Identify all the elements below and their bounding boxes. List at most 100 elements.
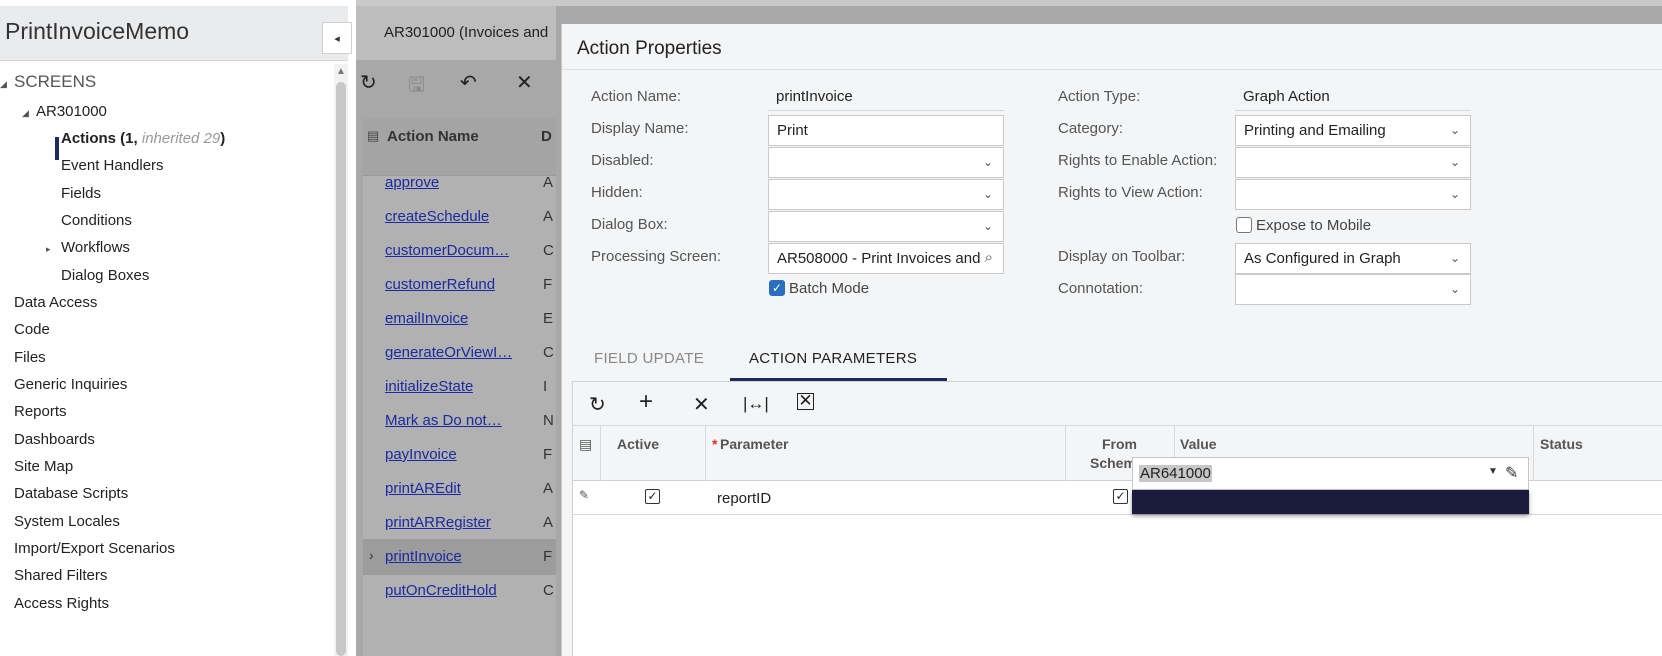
- scroll-up-icon[interactable]: ▲: [336, 66, 346, 77]
- tree-item-dashboards[interactable]: Dashboards: [14, 431, 95, 448]
- grid-settings-icon[interactable]: ▤: [367, 128, 379, 144]
- value-dropdown-list[interactable]: [1132, 490, 1529, 514]
- display-name-input[interactable]: Print: [768, 115, 1004, 146]
- tree-item-event-handlers[interactable]: Event Handlers: [61, 157, 164, 174]
- table-row[interactable]: putOnCreditHold C: [363, 573, 556, 609]
- active-checkbox[interactable]: ✓: [645, 489, 660, 504]
- tree-item-generic-inquiries[interactable]: Generic Inquiries: [14, 376, 127, 393]
- connotation-label: Connotation:: [1058, 280, 1144, 297]
- screen-tab[interactable]: AR301000 (Invoices and: [356, 6, 556, 60]
- processing-screen-input[interactable]: AR508000 - Print Invoices and ⌕: [768, 243, 1004, 274]
- tree-item-code[interactable]: Code: [14, 321, 50, 338]
- table-row[interactable]: initializeState I: [363, 369, 556, 405]
- table-row[interactable]: customerRefund F: [363, 267, 556, 303]
- refresh-icon[interactable]: ↻: [360, 70, 377, 95]
- tree-item-data-access[interactable]: Data Access: [14, 294, 97, 311]
- parameter-cell[interactable]: reportID: [717, 490, 771, 507]
- dialog-box-select[interactable]: ⌄: [768, 211, 1004, 242]
- rights-view-select[interactable]: ⌄: [1235, 179, 1471, 210]
- table-row[interactable]: createSchedule A: [363, 199, 556, 235]
- expose-mobile-checkbox[interactable]: [1236, 217, 1252, 233]
- divider: [562, 69, 1662, 70]
- table-row[interactable]: printARRegister A: [363, 505, 556, 541]
- tree-item-database-scripts[interactable]: Database Scripts: [14, 485, 128, 502]
- tree-item-actions[interactable]: Actions (1, inherited 29): [61, 130, 225, 147]
- value-text: AR641000: [1139, 465, 1212, 482]
- tree-item-files[interactable]: Files: [14, 349, 46, 366]
- divider: [1235, 110, 1471, 111]
- table-row-selected[interactable]: › printInvoice F: [363, 539, 556, 575]
- table-row[interactable]: generateOrViewI… C: [363, 335, 556, 371]
- dialog-box-label: Dialog Box:: [591, 216, 668, 233]
- tree-item-screens[interactable]: ◢ SCREENS: [0, 72, 96, 92]
- from-schema-checkbox[interactable]: ✓: [1113, 489, 1128, 504]
- tree-item-site-map[interactable]: Site Map: [14, 458, 73, 475]
- disabled-label: Disabled:: [591, 152, 654, 169]
- caret-down-icon: ◢: [22, 108, 29, 118]
- tree-item-import-export[interactable]: Import/Export Scenarios: [14, 540, 175, 557]
- rights-view-label: Rights to View Action:: [1058, 184, 1203, 201]
- pencil-icon[interactable]: ✎: [1505, 463, 1518, 483]
- hidden-select[interactable]: ⌄: [768, 179, 1004, 210]
- table-row[interactable]: customerDocum… C: [363, 233, 556, 269]
- parameters-grid: ↻ + ✕ |↔| ✕ ▤ Active * Parameter From Sche…: [572, 382, 1662, 656]
- caret-right-icon: ▸: [46, 244, 51, 254]
- expose-mobile-label: Expose to Mobile: [1256, 217, 1372, 234]
- project-panel: PrintInvoiceMemo ◂ ◢ SCREENS ◢ AR301000 Ac…: [0, 0, 356, 656]
- tree-item-workflows[interactable]: ▸ Workflows: [46, 239, 130, 256]
- search-icon[interactable]: ⌕: [985, 249, 993, 266]
- batch-mode-checkbox[interactable]: ✓: [769, 280, 785, 296]
- action-name-value: printInvoice: [776, 88, 853, 105]
- refresh-icon[interactable]: ↻: [589, 392, 606, 417]
- add-row-icon[interactable]: +: [639, 388, 653, 416]
- category-select[interactable]: Printing and Emailing ⌄: [1235, 115, 1471, 146]
- grid-settings-icon[interactable]: ▤: [579, 436, 592, 453]
- chevron-down-icon: ⌄: [1449, 123, 1460, 137]
- collapse-panel-button[interactable]: ◂: [322, 22, 352, 54]
- tab-action-parameters[interactable]: ACTION PARAMETERS: [749, 350, 917, 367]
- save-icon[interactable]: 🖫: [408, 70, 425, 104]
- dialog-title: Action Properties: [577, 38, 722, 59]
- divider: [768, 110, 1004, 111]
- tree-item-dialog-boxes[interactable]: Dialog Boxes: [61, 267, 149, 284]
- chevron-down-icon: ⌄: [1449, 282, 1460, 296]
- tree-item-conditions[interactable]: Conditions: [61, 212, 132, 229]
- rights-enable-select[interactable]: ⌄: [1235, 147, 1471, 178]
- parameters-toolbar: ↻ + ✕ |↔| ✕: [573, 382, 1662, 426]
- dropdown-arrow-icon[interactable]: ▼: [1488, 466, 1498, 477]
- actions-grid: ▤ Action Name D approve A createSchedule A…: [363, 118, 556, 656]
- rights-enable-label: Rights to Enable Action:: [1058, 152, 1218, 169]
- tree-item-screen[interactable]: ◢ AR301000: [22, 103, 107, 120]
- table-row[interactable]: printAREdit A: [363, 471, 556, 507]
- project-header: PrintInvoiceMemo ◂: [0, 6, 352, 61]
- connotation-select[interactable]: ⌄: [1235, 274, 1471, 305]
- tab-field-update[interactable]: FIELD UPDATE: [594, 350, 704, 367]
- tree-item-fields[interactable]: Fields: [61, 185, 101, 202]
- delete-row-icon[interactable]: ✕: [693, 392, 710, 417]
- tree-item-shared-filters[interactable]: Shared Filters: [14, 567, 107, 584]
- column-status[interactable]: Status: [1534, 426, 1662, 481]
- scrollbar-thumb[interactable]: [336, 82, 346, 656]
- tree-scrollbar[interactable]: ▲: [334, 64, 348, 656]
- chevron-down-icon: ⌄: [982, 219, 993, 233]
- chevron-down-icon: ⌄: [982, 187, 993, 201]
- table-row[interactable]: emailInvoice E: [363, 301, 556, 337]
- undo-icon[interactable]: ↶: [460, 70, 477, 95]
- tree-item-system-locales[interactable]: System Locales: [14, 513, 120, 530]
- export-excel-icon[interactable]: ✕: [797, 392, 814, 410]
- disabled-select[interactable]: ⌄: [768, 147, 1004, 178]
- table-row[interactable]: approve A: [363, 165, 556, 201]
- batch-mode-label: Batch Mode: [789, 280, 870, 297]
- display-toolbar-select[interactable]: As Configured in Graph ⌄: [1235, 243, 1471, 274]
- column-active[interactable]: Active: [601, 426, 706, 481]
- table-row[interactable]: payInvoice F: [363, 437, 556, 473]
- value-combo-input[interactable]: AR641000 ▼ ✎: [1132, 457, 1529, 490]
- tree-item-access-rights[interactable]: Access Rights: [14, 595, 109, 612]
- delete-icon[interactable]: ✕: [516, 70, 533, 95]
- fit-to-screen-icon[interactable]: |↔|: [743, 394, 769, 414]
- display-toolbar-label: Display on Toolbar:: [1058, 248, 1186, 265]
- column-parameter[interactable]: * Parameter: [706, 426, 1066, 481]
- table-row[interactable]: Mark as Do not… N: [363, 403, 556, 439]
- hidden-label: Hidden:: [591, 184, 643, 201]
- tree-item-reports[interactable]: Reports: [14, 403, 67, 420]
